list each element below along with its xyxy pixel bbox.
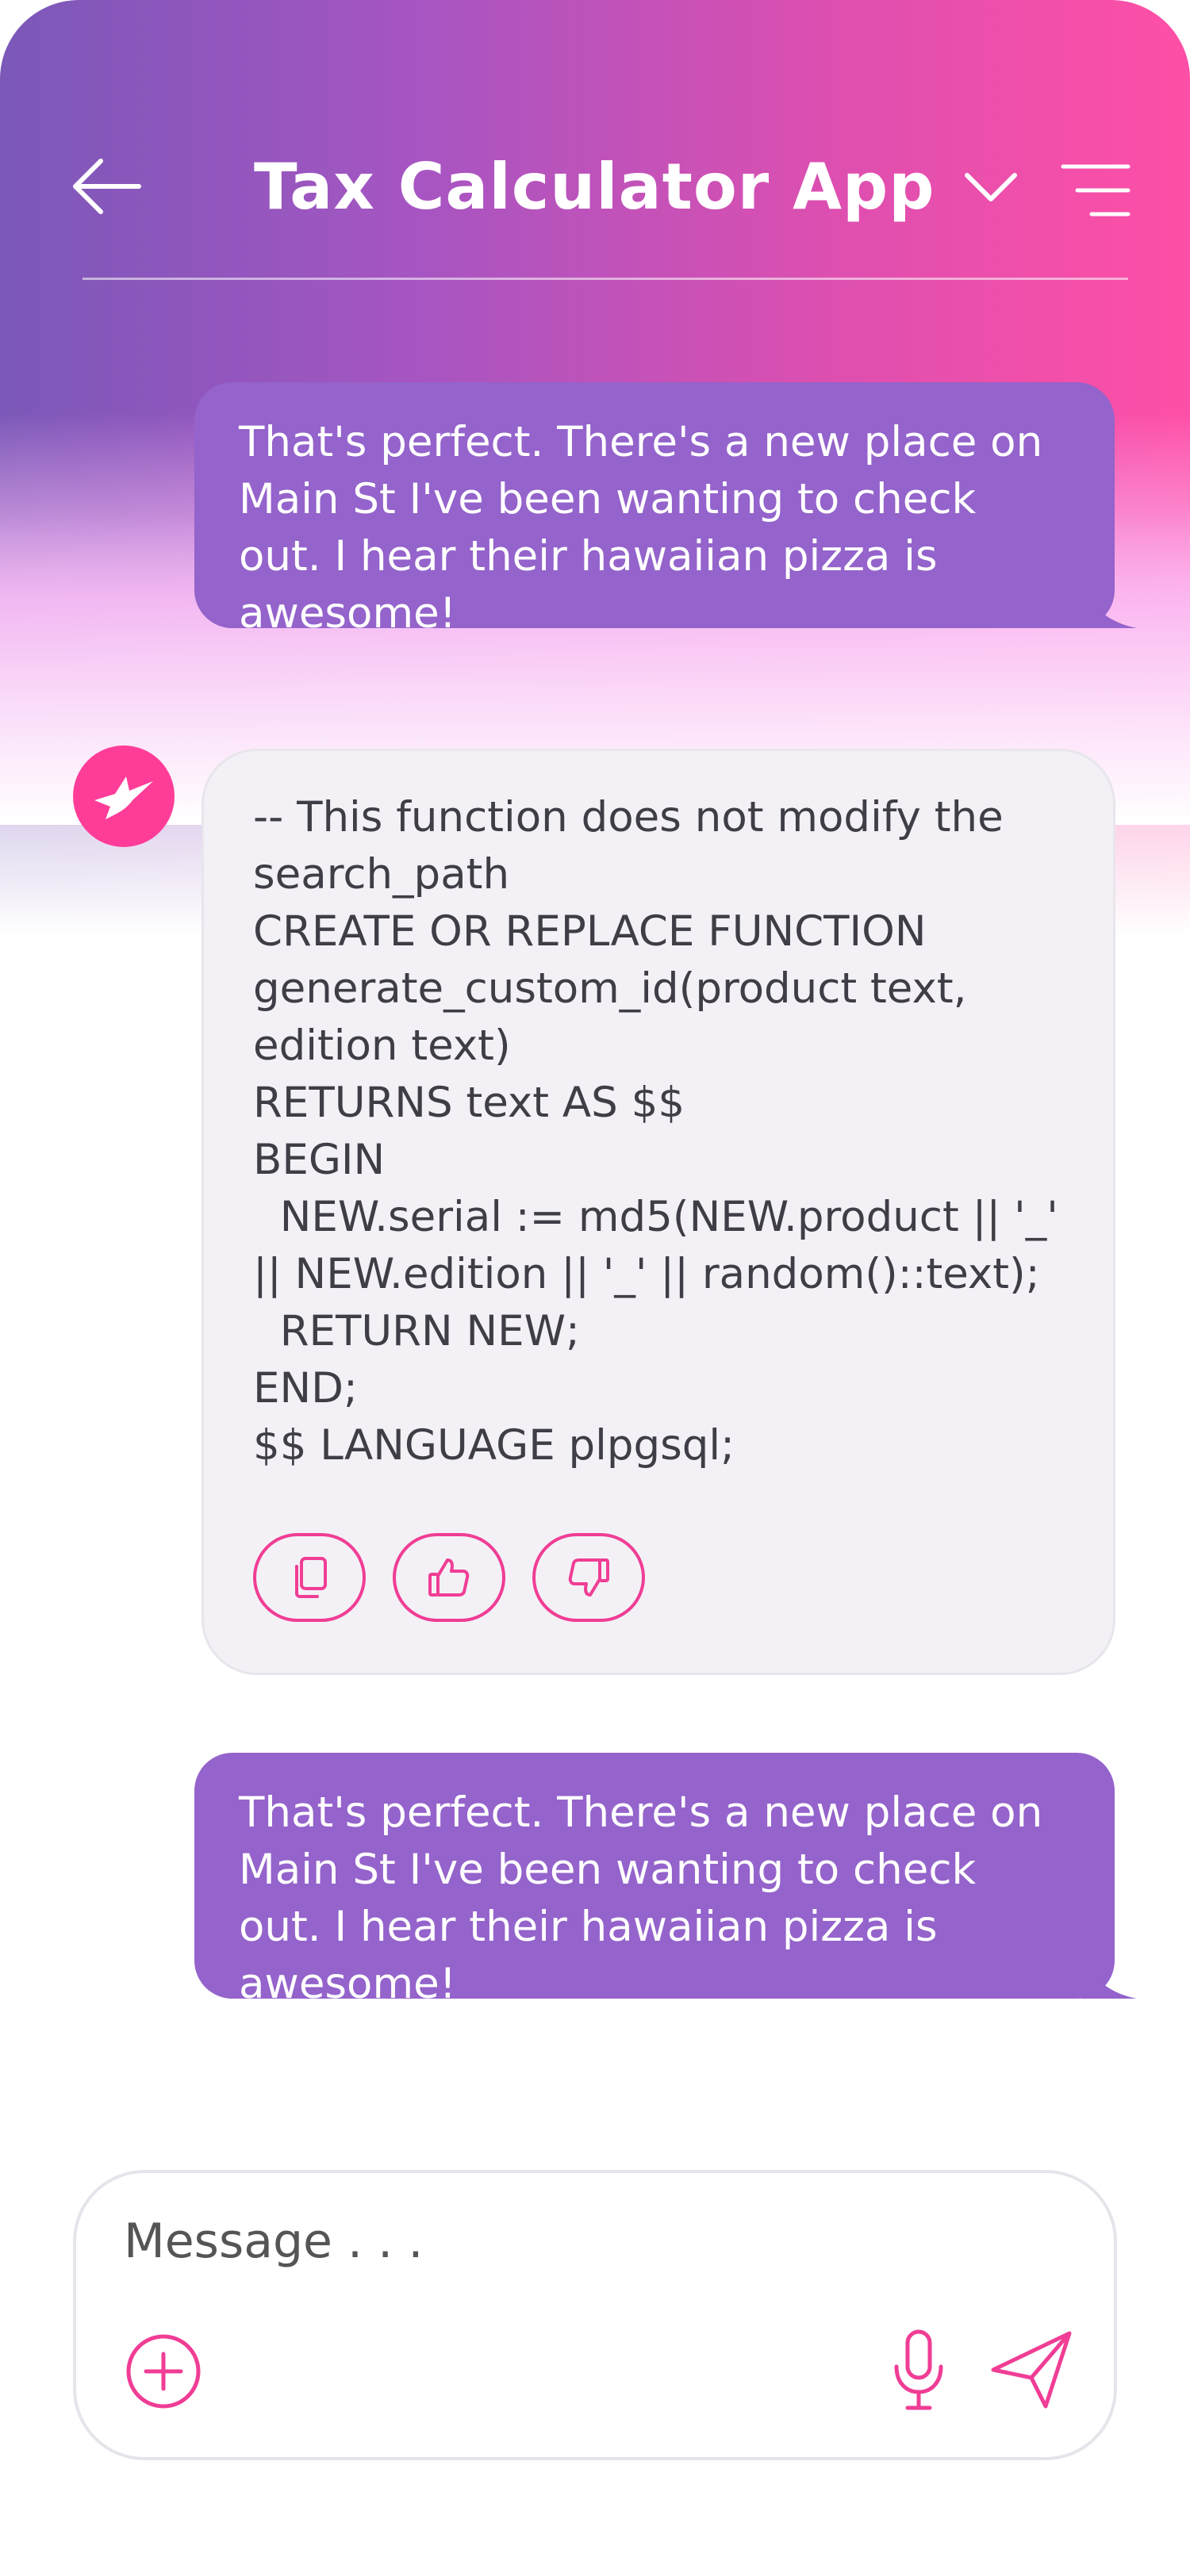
user-message-bubble: That's perfect. There's a new place on M…: [194, 1753, 1137, 2008]
bubble-tail: [1081, 581, 1137, 628]
send-button[interactable]: [981, 2322, 1084, 2417]
back-button[interactable]: [63, 151, 151, 222]
thumbs-up-button[interactable]: [393, 1533, 505, 1622]
copy-button[interactable]: [253, 1533, 366, 1622]
header-divider: [83, 278, 1128, 280]
hummingbird-icon: [94, 776, 153, 819]
attach-button[interactable]: [124, 2332, 203, 2411]
menu-button[interactable]: [1052, 155, 1139, 226]
thumbs-down-icon: [568, 1558, 609, 1597]
thumbs-down-button[interactable]: [532, 1533, 645, 1622]
arrow-left-icon: [73, 159, 141, 214]
bubble-tail: [1081, 1951, 1137, 1999]
message-input[interactable]: [122, 2205, 998, 2278]
assistant-message-text: -- This function does not modify the sea…: [253, 793, 1058, 1470]
assistant-avatar: [73, 746, 175, 847]
thumbs-up-icon: [428, 1558, 470, 1597]
user-message-text: That's perfect. There's a new place on M…: [239, 1788, 1043, 2008]
app-title-dropdown[interactable]: Tax Calculator App: [254, 147, 1019, 226]
microphone-button[interactable]: [879, 2322, 958, 2417]
copy-icon: [295, 1557, 327, 1598]
message-composer: [73, 2170, 1117, 2460]
app-title: Tax Calculator App: [254, 149, 935, 224]
app-header: Tax Calculator App: [0, 0, 1190, 286]
send-icon: [991, 2331, 1072, 2409]
chat-screen: Tax Calculator App That's perfect. There…: [0, 0, 1190, 2576]
message-actions: [253, 1533, 645, 1622]
user-message-bubble: That's perfect. There's a new place on M…: [194, 382, 1137, 638]
plus-circle-icon: [126, 2334, 201, 2409]
chevron-down-icon: [964, 173, 1017, 201]
user-message-text: That's perfect. There's a new place on M…: [239, 418, 1043, 638]
menu-icon: [1061, 164, 1130, 217]
microphone-icon: [894, 2329, 943, 2410]
assistant-message-bubble: -- This function does not modify the sea…: [202, 749, 1115, 1675]
